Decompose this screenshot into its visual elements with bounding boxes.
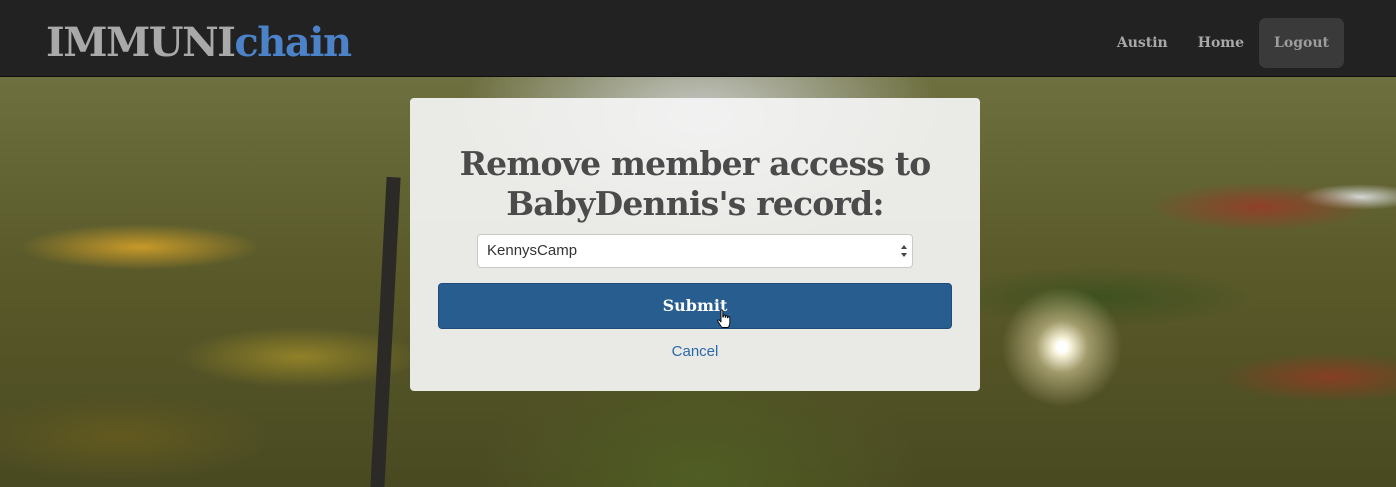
title-line-2: BabyDennis's record: xyxy=(506,184,884,223)
lamp-pole xyxy=(369,176,401,487)
title-line-1: Remove member access to xyxy=(459,144,932,183)
remove-access-card: Remove member access to BabyDennis's rec… xyxy=(410,98,980,391)
hand-pointer-cursor-icon xyxy=(717,309,731,328)
brand-logo[interactable]: IMMUNIchain xyxy=(46,18,352,68)
page-title: Remove member access to BabyDennis's rec… xyxy=(440,144,950,224)
nav-links: Austin Home Logout xyxy=(1102,18,1344,68)
up-down-chevron-icon xyxy=(901,245,907,257)
navbar: IMMUNIchain Austin Home Logout xyxy=(0,0,1396,77)
submit-button[interactable]: Submit xyxy=(438,283,952,329)
cancel-link[interactable]: Cancel xyxy=(410,342,980,362)
nav-logout[interactable]: Logout xyxy=(1259,18,1344,68)
nav-home[interactable]: Home xyxy=(1183,18,1259,68)
brand-logo-part1: IMMUNI xyxy=(46,19,236,66)
nav-user-austin[interactable]: Austin xyxy=(1102,18,1183,68)
brand-logo-part2: chain xyxy=(234,19,352,66)
member-select[interactable]: KennysCamp xyxy=(477,234,913,268)
member-select-value: KennysCamp xyxy=(487,242,578,259)
